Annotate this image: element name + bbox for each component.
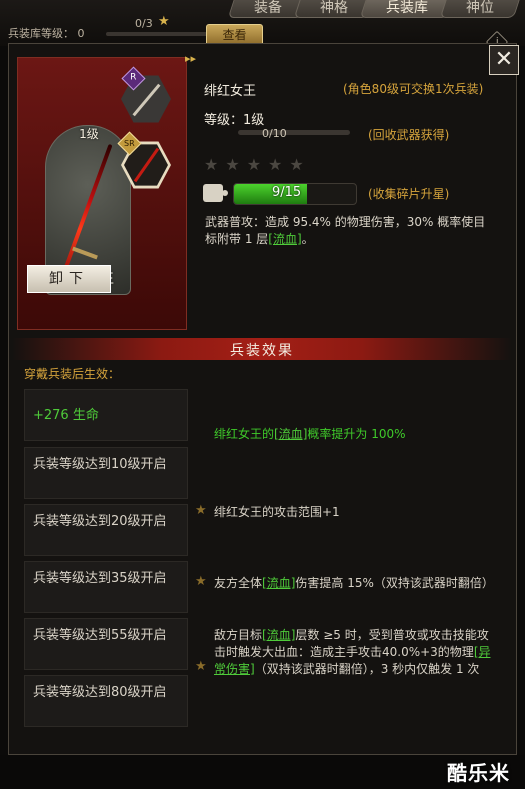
armory-level-label: 兵装库等级： 0: [8, 27, 85, 40]
star-icon: ★: [195, 659, 207, 674]
requirement-lv55: 兵装等级达到55级开启: [24, 618, 188, 670]
effects-title: 兵装效果: [230, 343, 294, 359]
watermark: 酷乐米: [447, 761, 510, 785]
effect-ally-bleed: 友方全体[流血]伤害提高 15%（双持该武器时翻倍）: [214, 576, 494, 590]
bleed-link[interactable]: [流血]: [268, 232, 301, 246]
exchange-note: (角色80级可交换1次兵装): [343, 82, 484, 96]
unequip-button[interactable]: 卸下: [27, 265, 111, 293]
requirement-hp: +276 生命: [24, 389, 188, 441]
skill-description: 武器普攻：造成 95.4% 的物理伤害，30% 概率使目标附带 1 层[流血]。: [205, 215, 486, 246]
bleed-link[interactable]: [流血]: [262, 576, 295, 590]
star-icon: ★: [195, 574, 207, 589]
effects-subtitle: 穿戴兵装后生效：: [24, 367, 121, 381]
effects-header: 兵装效果: [12, 338, 512, 360]
fragment-count: 9/15: [272, 185, 302, 200]
close-button[interactable]: ✕: [489, 45, 519, 75]
armory-level-count: 0/3: [135, 17, 153, 30]
star-icon: ★: [195, 503, 207, 518]
effect-attack-range: 绯红女王的攻击范围+1: [214, 505, 340, 519]
requirement-lv10: 兵装等级达到10级开启: [24, 447, 188, 499]
arrow-icon: ▸▸: [185, 52, 197, 65]
requirement-lv35: 兵装等级达到35级开启: [24, 561, 188, 613]
sword-hilt: [72, 246, 98, 260]
requirement-lv80: 兵装等级达到80级开启: [24, 675, 188, 727]
tab-bar: 装备 神格 兵装库 神位: [227, 0, 523, 18]
fragment-note: (收集碎片升星): [368, 187, 450, 201]
effect-bleed-chance: 绯红女王的[流血]概率提升为 100%: [214, 427, 406, 441]
tab-god-position[interactable]: 神位: [439, 0, 523, 18]
weapon-title: 绯红女王: [204, 84, 257, 99]
level-progress-count: 0/10: [262, 127, 287, 140]
level-source-note: (回收武器获得): [368, 128, 450, 142]
puzzle-piece-icon: [203, 184, 228, 202]
weapon-level-tag: 1级: [79, 127, 99, 141]
star-rating: ★★★★★: [204, 155, 311, 174]
weapon-level: 等级：1级: [204, 113, 265, 128]
requirement-lv20: 兵装等级达到20级开启: [24, 504, 188, 556]
star-icon: ★: [158, 14, 170, 29]
bleed-link[interactable]: [流血]: [262, 628, 295, 642]
bleed-link[interactable]: [流血]: [274, 427, 307, 441]
top-bar: 装备 神格 兵装库 神位 兵装库等级： 0 0/3 ★ 查看 i: [0, 0, 525, 54]
level-progress-bar: [238, 130, 350, 135]
effect-massive-bleed: 敌方目标[流血]层数 ≥5 时，受到普攻或攻击技能攻击时触发大出血：造成主手攻击…: [214, 628, 491, 676]
